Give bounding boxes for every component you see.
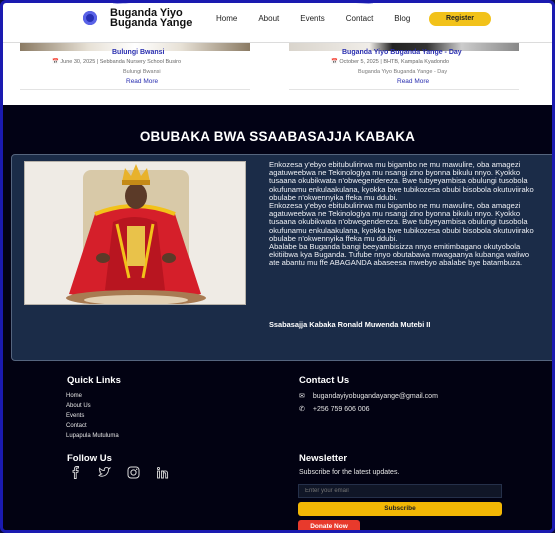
card-divider-1 (20, 89, 250, 90)
footer-link-contact[interactable]: Contact (66, 423, 87, 429)
linkedin-icon[interactable] (156, 466, 169, 479)
nav-blog[interactable]: Blog (394, 14, 410, 23)
brand-name[interactable]: Buganda Yiyo Buganda Yange (110, 8, 193, 29)
section-title: OBUBAKA BWA SSAABASAJJA KABAKA (139, 129, 416, 144)
event-meta-text-1: June 30, 2025 | Sebbanda Nursery School … (60, 59, 182, 65)
instagram-icon[interactable] (127, 466, 140, 479)
footer-link-about[interactable]: About Us (66, 403, 91, 409)
page-frame: Buganda Yiyo Buganda Yange Home About Ev… (0, 0, 555, 533)
newsletter-email-input[interactable] (298, 484, 502, 498)
subscribe-button[interactable]: Subscribe (298, 502, 502, 516)
contact-email-row[interactable]: ✉ bugandayiyobugandayange@gmail.com (299, 392, 438, 401)
event-meta-text-2: October 5, 2025 | BHTB, Kampala Kyadondo (339, 59, 450, 65)
logo-icon[interactable] (83, 11, 97, 25)
quick-links-heading: Quick Links (67, 375, 121, 386)
event-title-1[interactable]: Bulungi Bwansi (112, 49, 165, 56)
contact-heading: Contact Us (299, 375, 350, 386)
register-button[interactable]: Register (429, 12, 491, 26)
follow-heading: Follow Us (67, 453, 112, 464)
nav-events[interactable]: Events (300, 14, 324, 23)
site-header: Buganda Yiyo Buganda Yange Home About Ev… (3, 3, 552, 43)
read-more-link-2[interactable]: Read More (397, 78, 429, 85)
event-desc-2: Buganda Yiyo Buganda Yange - Day (358, 69, 448, 75)
newsletter-subtext: Subscribe for the latest updates. (299, 469, 400, 476)
message-paragraph-1: Enkozesa y'ebyo ebitubulirirwa mu bigamb… (269, 160, 534, 202)
kabaka-message-box: Enkozesa y'ebyo ebitubulirirwa mu bigamb… (11, 154, 552, 361)
mail-icon: ✉ (299, 393, 305, 400)
card-divider-2 (289, 89, 519, 90)
message-paragraph-3: Abalabe ba Buganda bangi beeyambisizza n… (269, 242, 530, 268)
phone-icon: ✆ (299, 406, 305, 413)
message-paragraph-2: Enkozesa y'ebyo ebitubulirirwa mu bigamb… (269, 201, 534, 243)
brand-line-2: Buganda Yange (110, 17, 193, 29)
event-title-2[interactable]: Buganda Yiyo Buganda Yange - Day (342, 49, 462, 56)
message-signature: Ssabasajja Kabaka Ronald Muwenda Mutebi … (269, 320, 431, 329)
contact-phone-row[interactable]: ✆ +256 759 606 006 (299, 405, 370, 414)
footer-link-lupapula[interactable]: Lupapula Mutuluma (66, 433, 119, 439)
kabaka-portrait-illustration (25, 162, 245, 304)
contact-phone: +256 759 606 006 (312, 405, 370, 413)
nav-home[interactable]: Home (216, 14, 237, 23)
facebook-icon[interactable] (69, 466, 82, 479)
event-meta-2: 📅 October 5, 2025 | BHTB, Kampala Kyadon… (331, 59, 449, 65)
twitter-icon[interactable] (98, 466, 112, 479)
kabaka-message: Enkozesa y'ebyo ebitubulirirwa mu bigamb… (269, 160, 539, 268)
event-desc-1: Bulungi Bwansi (123, 69, 161, 75)
footer-link-home[interactable]: Home (66, 393, 82, 399)
footer-link-events[interactable]: Events (66, 413, 84, 419)
main-nav: Home About Events Contact Blog (216, 14, 431, 23)
event-meta-1: 📅 June 30, 2025 | Sebbanda Nursery Schoo… (52, 59, 181, 65)
nav-about[interactable]: About (258, 14, 279, 23)
newsletter-heading: Newsletter (299, 453, 348, 464)
donate-button[interactable]: Donate Now (298, 520, 360, 530)
social-links (69, 466, 169, 479)
read-more-link-1[interactable]: Read More (126, 78, 158, 85)
events-strip (3, 43, 552, 105)
nav-contact[interactable]: Contact (346, 14, 374, 23)
contact-email: bugandayiyobugandayange@gmail.com (312, 392, 438, 400)
kabaka-portrait (24, 161, 246, 305)
